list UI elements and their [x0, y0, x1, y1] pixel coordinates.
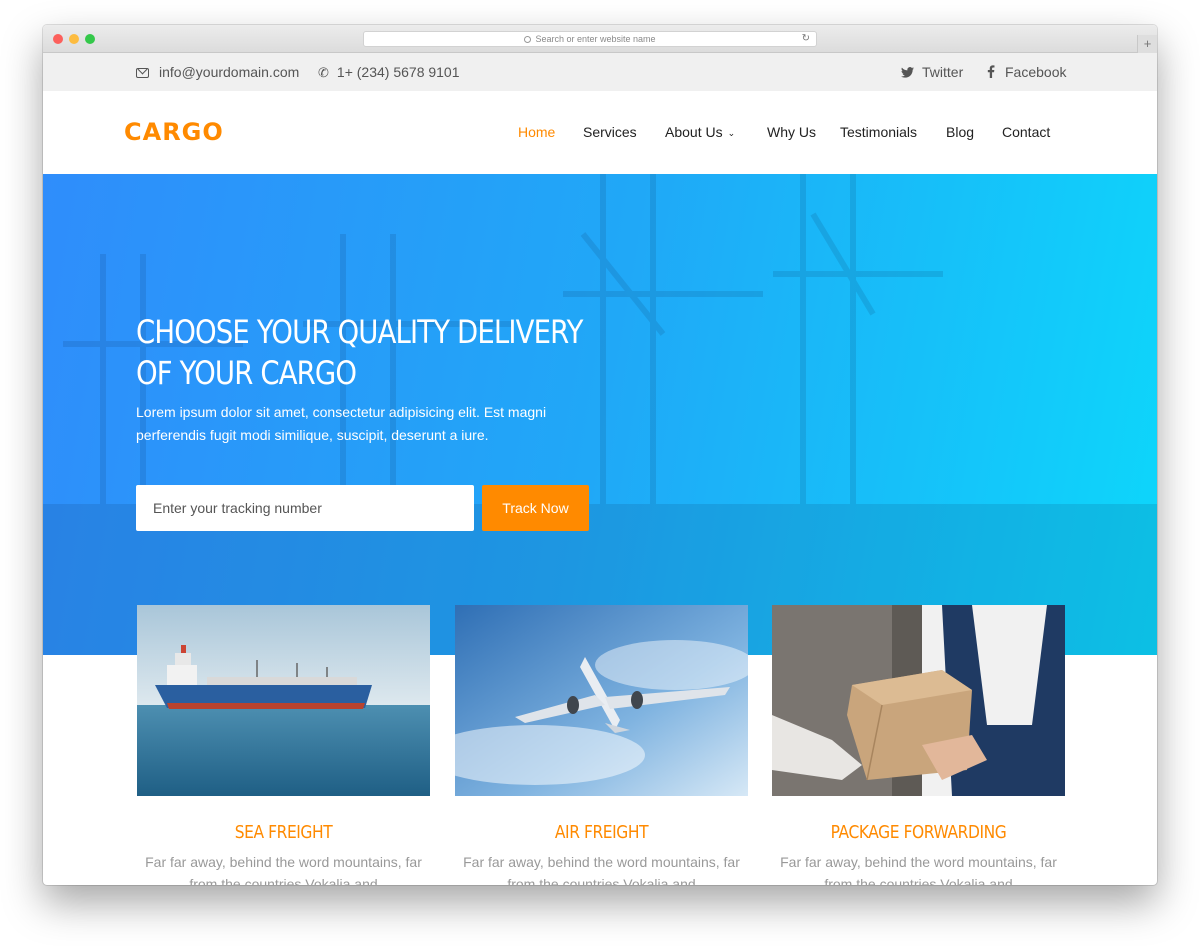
airplane-illustration: [455, 605, 748, 796]
email-text: info@yourdomain.com: [159, 64, 300, 80]
hero-title-line2: OF YOUR CARGO: [136, 354, 357, 392]
nav-home[interactable]: Home: [518, 91, 555, 173]
nav-services[interactable]: Services: [583, 91, 637, 173]
nav-about-us-label: About Us: [665, 124, 723, 140]
ship-illustration: [137, 605, 430, 796]
contact-topbar: info@yourdomain.com ✆ 1+ (234) 5678 9101 …: [43, 53, 1157, 91]
air-freight-image[interactable]: [455, 605, 748, 796]
service-title[interactable]: PACKAGE FORWARDING: [793, 822, 1045, 843]
twitter-icon: [901, 67, 914, 78]
hero-title-line1: CHOOSE YOUR QUALITY DELIVERY: [136, 313, 583, 351]
address-placeholder: Search or enter website name: [535, 34, 656, 44]
reload-icon[interactable]: ↻: [802, 32, 810, 46]
site-logo[interactable]: CARGO: [124, 118, 224, 146]
facebook-label: Facebook: [1005, 64, 1067, 80]
tracking-number-input[interactable]: [136, 485, 474, 531]
service-title[interactable]: SEA FREIGHT: [158, 822, 410, 843]
twitter-label: Twitter: [922, 64, 964, 80]
service-description: Far far away, behind the word mountains,…: [145, 854, 422, 885]
topbar-email[interactable]: info@yourdomain.com: [136, 53, 299, 91]
minimize-window-button[interactable]: [69, 34, 79, 44]
nav-testimonials[interactable]: Testimonials: [840, 91, 917, 173]
service-card-package: PACKAGE FORWARDING Far far away, behind …: [772, 605, 1065, 885]
package-delivery-illustration: [772, 605, 1065, 796]
sea-freight-image[interactable]: [137, 605, 430, 796]
nav-contact[interactable]: Contact: [1002, 91, 1050, 173]
address-bar[interactable]: Search or enter website name ↻: [363, 31, 817, 47]
main-navbar: CARGO Home Services About Us ⌄ Why Us Tes…: [43, 91, 1157, 174]
service-title[interactable]: AIR FREIGHT: [476, 822, 728, 843]
hero-title: CHOOSE YOUR QUALITY DELIVERY OF YOUR CAR…: [136, 312, 583, 394]
maximize-window-button[interactable]: [85, 34, 95, 44]
topbar-phone[interactable]: ✆ 1+ (234) 5678 9101: [318, 53, 460, 92]
service-card-sea: SEA FREIGHT Far far away, behind the wor…: [137, 605, 430, 885]
service-description: Far far away, behind the word mountains,…: [780, 854, 1057, 885]
envelope-icon: [136, 68, 149, 78]
new-tab-button[interactable]: +: [1137, 35, 1157, 53]
search-icon: [524, 36, 532, 43]
facebook-link[interactable]: Facebook: [987, 53, 1066, 91]
hero-section: CHOOSE YOUR QUALITY DELIVERY OF YOUR CAR…: [43, 174, 1157, 655]
service-description: Far far away, behind the word mountains,…: [463, 854, 740, 885]
package-forwarding-image[interactable]: [772, 605, 1065, 796]
track-now-button[interactable]: Track Now: [482, 485, 589, 531]
phone-text: 1+ (234) 5678 9101: [336, 64, 460, 80]
twitter-link[interactable]: Twitter: [901, 53, 963, 91]
nav-why-us[interactable]: Why Us: [767, 91, 816, 173]
nav-about-us[interactable]: About Us ⌄: [665, 91, 735, 174]
browser-window: Search or enter website name ↻ + info@yo…: [43, 25, 1157, 885]
browser-toolbar: Search or enter website name ↻ +: [43, 25, 1157, 53]
service-card-air: AIR FREIGHT Far far away, behind the wor…: [455, 605, 748, 885]
close-window-button[interactable]: [53, 34, 63, 44]
facebook-icon: [987, 65, 995, 78]
hero-subtitle: Lorem ipsum dolor sit amet, consectetur …: [136, 404, 547, 443]
chevron-down-icon: ⌄: [727, 128, 736, 138]
nav-blog[interactable]: Blog: [946, 91, 974, 173]
phone-icon: ✆: [318, 65, 329, 80]
